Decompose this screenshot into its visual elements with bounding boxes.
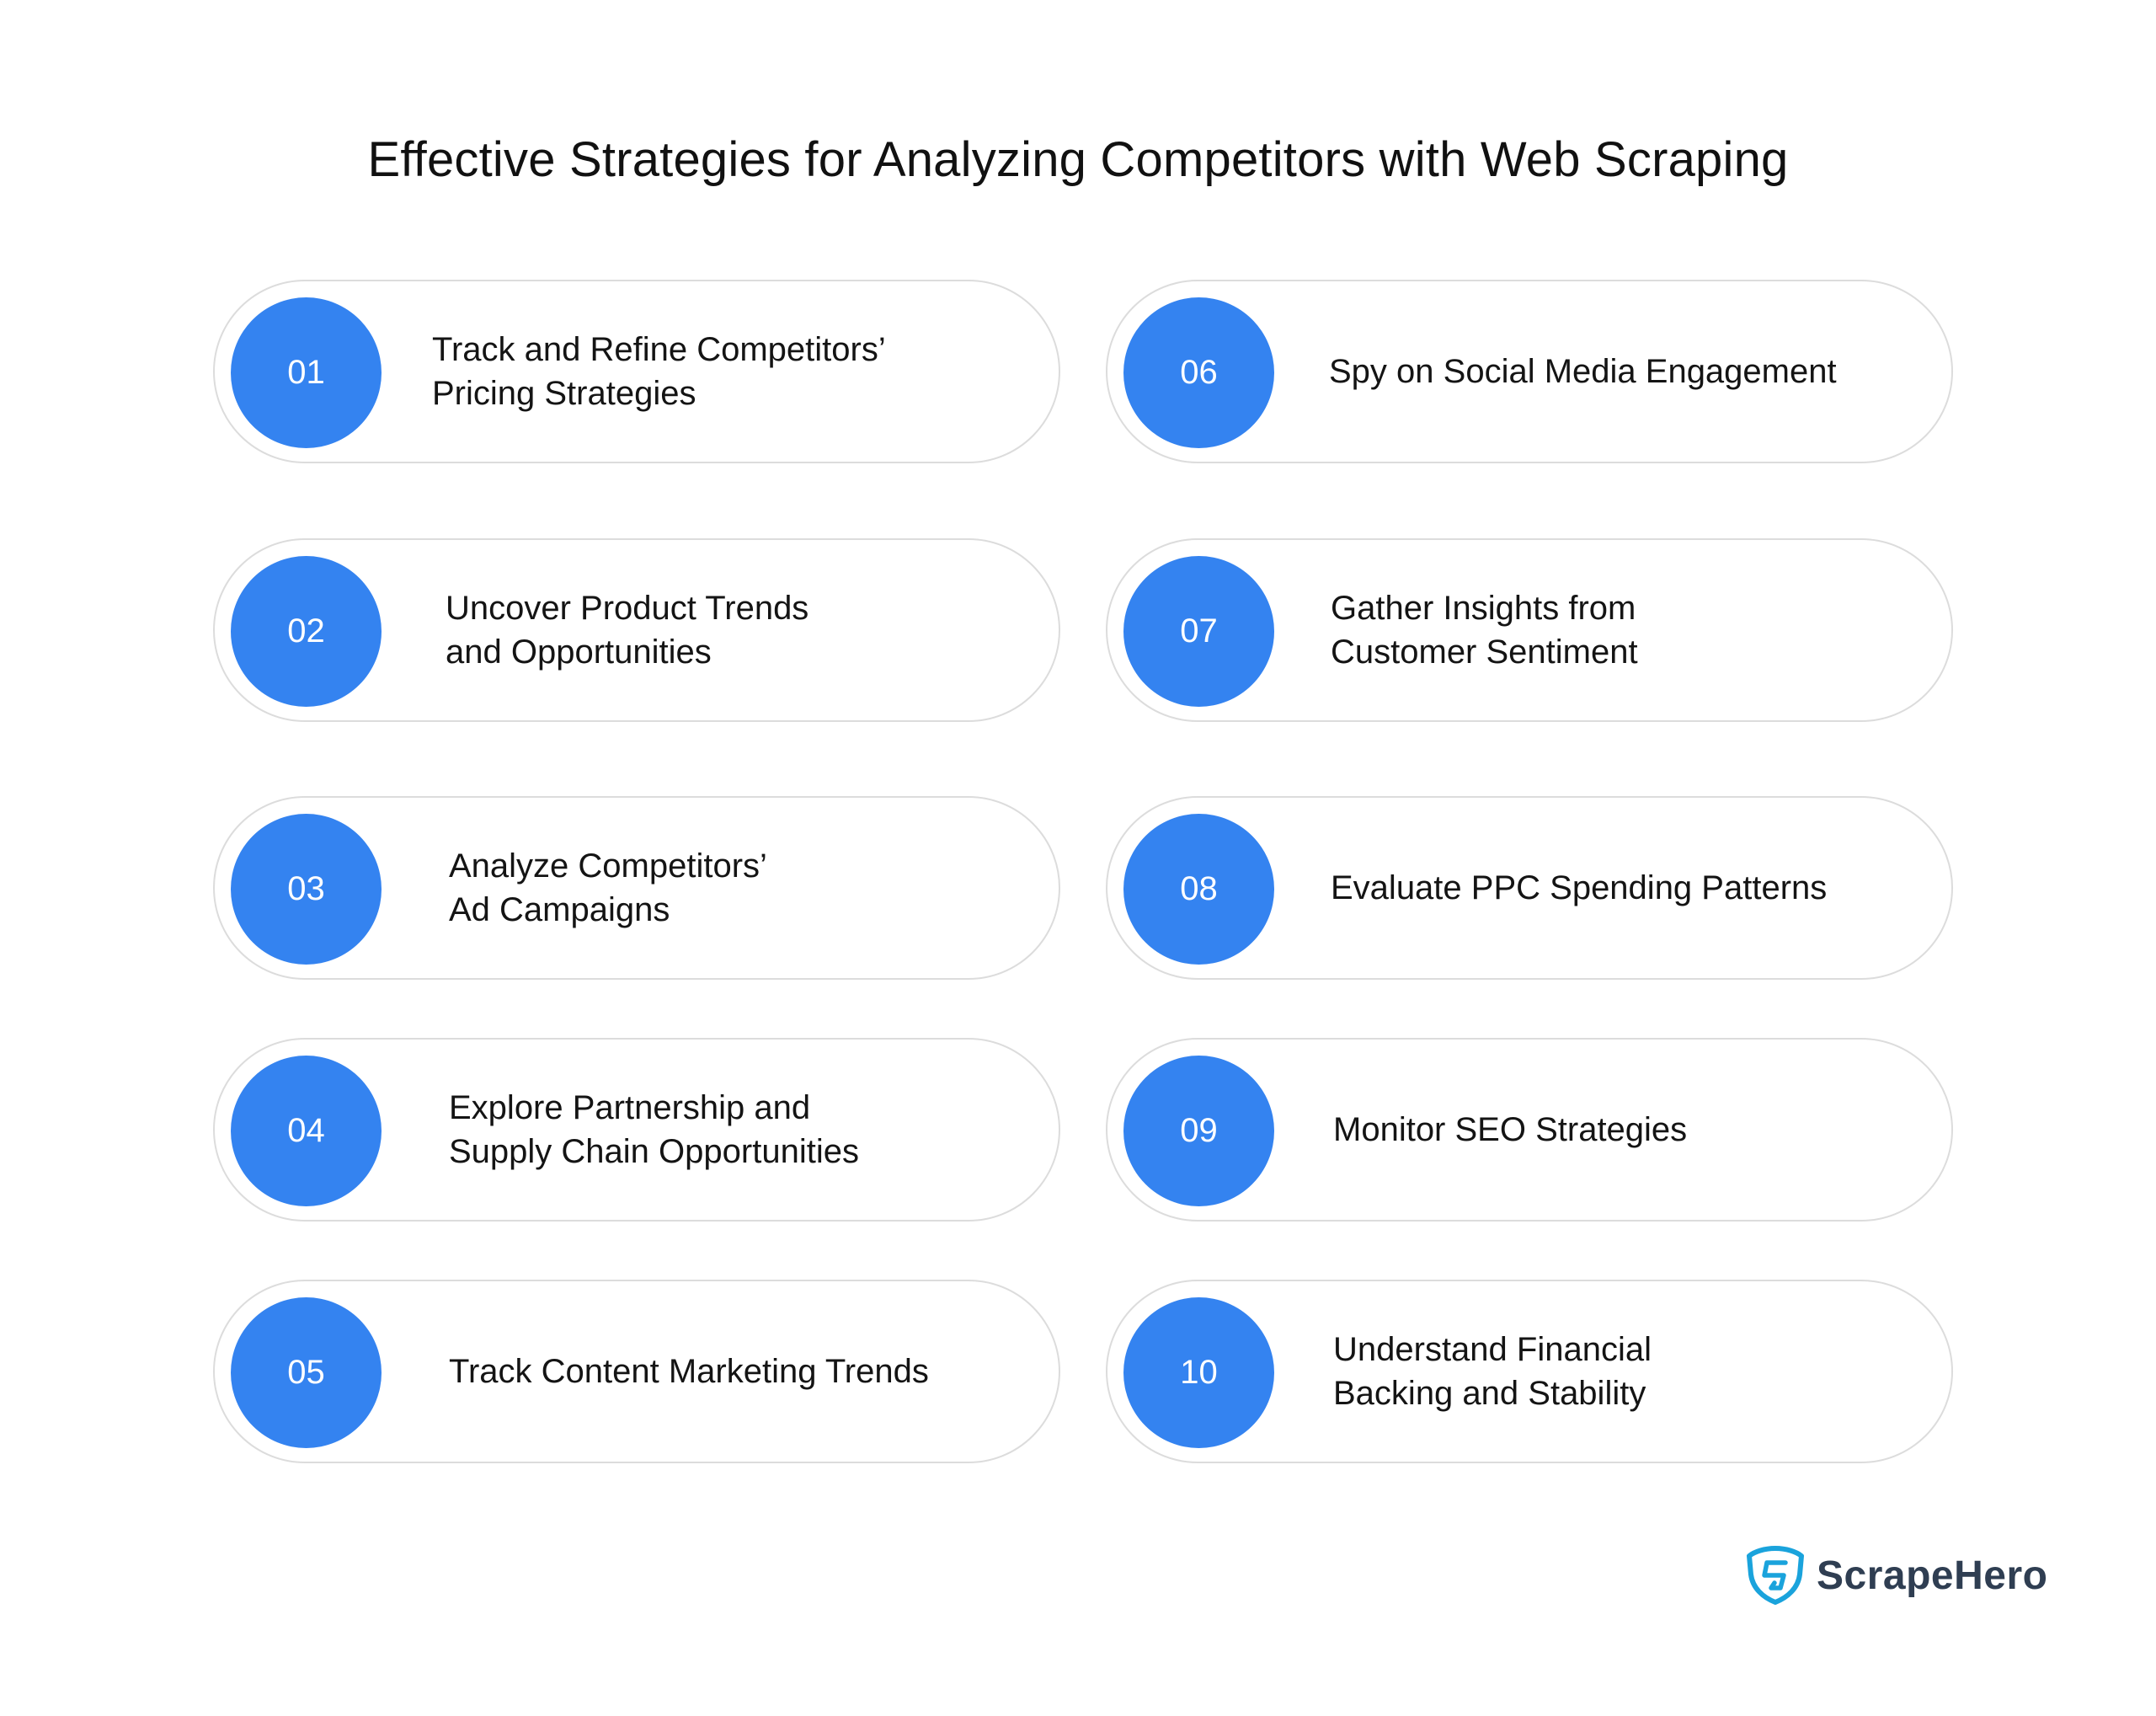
step-number-badge: 03 xyxy=(231,814,382,965)
strategy-label: Gather Insights from Customer Sentiment xyxy=(1331,590,1638,671)
page-title: Effective Strategies for Analyzing Compe… xyxy=(367,132,1789,187)
step-number-badge: 08 xyxy=(1123,814,1274,965)
strategy-label: Understand Financial Backing and Stabili… xyxy=(1333,1331,1652,1412)
step-number-badge: 02 xyxy=(231,556,382,707)
step-number-badge: 04 xyxy=(231,1056,382,1206)
strategy-label: Explore Partnership and Supply Chain Opp… xyxy=(449,1089,859,1170)
strategy-card: 06 Spy on Social Media Engagement xyxy=(1106,280,1953,463)
strategy-label: Track Content Marketing Trends xyxy=(449,1353,929,1390)
strategy-label: Uncover Product Trends and Opportunities xyxy=(446,590,809,671)
strategy-label: Spy on Social Media Engagement xyxy=(1329,353,1837,390)
strategy-card: 08 Evaluate PPC Spending Patterns xyxy=(1106,796,1953,980)
step-number-badge: 05 xyxy=(231,1297,382,1448)
strategy-card: 10 Understand Financial Backing and Stab… xyxy=(1106,1280,1953,1463)
strategy-card: 03 Analyze Competitors’ Ad Campaigns xyxy=(213,796,1060,980)
step-number-badge: 10 xyxy=(1123,1297,1274,1448)
brand-name: ScrapeHero xyxy=(1817,1553,2048,1598)
strategy-card: 07 Gather Insights from Customer Sentime… xyxy=(1106,538,1953,722)
step-number-badge: 01 xyxy=(231,297,382,448)
brand-logo: ScrapeHero xyxy=(1746,1546,2047,1605)
strategy-label: Track and Refine Competitors’ Pricing St… xyxy=(432,331,886,412)
strategy-card: 02 Uncover Product Trends and Opportunit… xyxy=(213,538,1060,722)
shield-s-icon xyxy=(1747,1546,1804,1605)
strategy-card: 09 Monitor SEO Strategies xyxy=(1106,1038,1953,1222)
strategy-card: 04 Explore Partnership and Supply Chain … xyxy=(213,1038,1060,1222)
step-number-badge: 06 xyxy=(1123,297,1274,448)
strategy-card: 01 Track and Refine Competitors’ Pricing… xyxy=(213,280,1060,463)
strategy-label: Monitor SEO Strategies xyxy=(1333,1111,1688,1148)
strategy-label: Evaluate PPC Spending Patterns xyxy=(1331,869,1828,906)
strategy-card: 05 Track Content Marketing Trends xyxy=(213,1280,1060,1463)
step-number-badge: 09 xyxy=(1123,1056,1274,1206)
strategy-label: Analyze Competitors’ Ad Campaigns xyxy=(449,847,767,928)
step-number-badge: 07 xyxy=(1123,556,1274,707)
